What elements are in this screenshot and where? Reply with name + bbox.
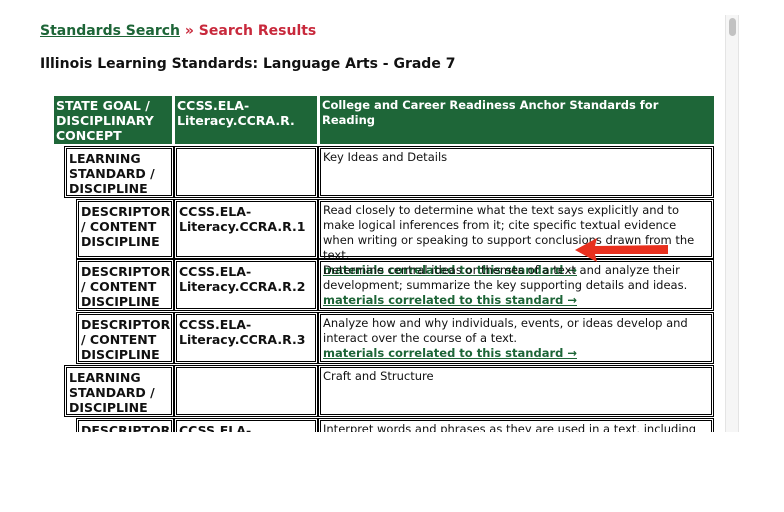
row-code: CCSS.ELA-Literacy.CCRA.R.3 xyxy=(174,312,318,364)
materials-correlated-link[interactable]: materials correlated to this standard → xyxy=(323,346,577,360)
row-label: DESCRIPTOR / CONTENT DISCIPLINE xyxy=(76,418,174,432)
vertical-scrollbar[interactable] xyxy=(725,15,739,432)
table-row: DESCRIPTOR / CONTENT DISCIPLINE CCSS.ELA… xyxy=(76,312,714,364)
breadcrumb-separator: » xyxy=(184,23,194,39)
red-arrow-annotation-icon xyxy=(575,238,668,262)
row-description: Analyze how and why individuals, events,… xyxy=(318,312,714,364)
table-row: LEARNING STANDARD / DISCIPLINE Key Ideas… xyxy=(64,146,714,198)
table-row: DESCRIPTOR / CONTENT DISCIPLINE CCSS.ELA… xyxy=(76,418,714,432)
breadcrumb: Standards Search » Search Results xyxy=(40,23,316,39)
row-label: DESCRIPTOR / CONTENT DISCIPLINE xyxy=(76,312,174,364)
row-label: DESCRIPTOR / CONTENT DISCIPLINE xyxy=(76,199,174,259)
row-code xyxy=(174,365,318,417)
row-label: LEARNING STANDARD / DISCIPLINE xyxy=(64,146,174,198)
page-viewport: Standards Search » Search Results Illino… xyxy=(0,0,722,432)
row-label: DESCRIPTOR / CONTENT DISCIPLINE xyxy=(76,259,174,311)
standard-text: Analyze how and why individuals, events,… xyxy=(323,316,688,345)
row-label: LEARNING STANDARD / DISCIPLINE xyxy=(64,365,174,417)
row-code: CCSS.ELA-Literacy.CCRA.R.1 xyxy=(174,199,318,259)
breadcrumb-standards-search-link[interactable]: Standards Search xyxy=(40,23,180,39)
table-row: LEARNING STANDARD / DISCIPLINE Craft and… xyxy=(64,365,714,417)
table-header-row: STATE GOAL / DISCIPLINARY CONCEPT CCSS.E… xyxy=(54,96,714,144)
header-ccss-code: CCSS.ELA-Literacy.CCRA.R. xyxy=(175,96,317,144)
header-state-goal: STATE GOAL / DISCIPLINARY CONCEPT xyxy=(54,96,172,144)
row-description: Determine central ideas or themes of a t… xyxy=(318,259,714,311)
page-title: Illinois Learning Standards: Language Ar… xyxy=(40,56,456,72)
row-description: Interpret words and phrases as they are … xyxy=(318,418,714,432)
breadcrumb-current: Search Results xyxy=(198,23,317,39)
row-description: Key Ideas and Details xyxy=(318,146,714,198)
standard-text: Determine central ideas or themes of a t… xyxy=(323,263,688,292)
row-code: CCSS.ELA-Literacy.CCRA.R.4 xyxy=(174,418,318,432)
header-anchor-standards: College and Career Readiness Anchor Stan… xyxy=(320,96,714,144)
table-row: DESCRIPTOR / CONTENT DISCIPLINE CCSS.ELA… xyxy=(76,259,714,311)
row-code: CCSS.ELA-Literacy.CCRA.R.2 xyxy=(174,259,318,311)
materials-correlated-link[interactable]: materials correlated to this standard → xyxy=(323,293,577,307)
row-code xyxy=(174,146,318,198)
scrollbar-thumb[interactable] xyxy=(729,18,736,36)
row-description: Craft and Structure xyxy=(318,365,714,417)
